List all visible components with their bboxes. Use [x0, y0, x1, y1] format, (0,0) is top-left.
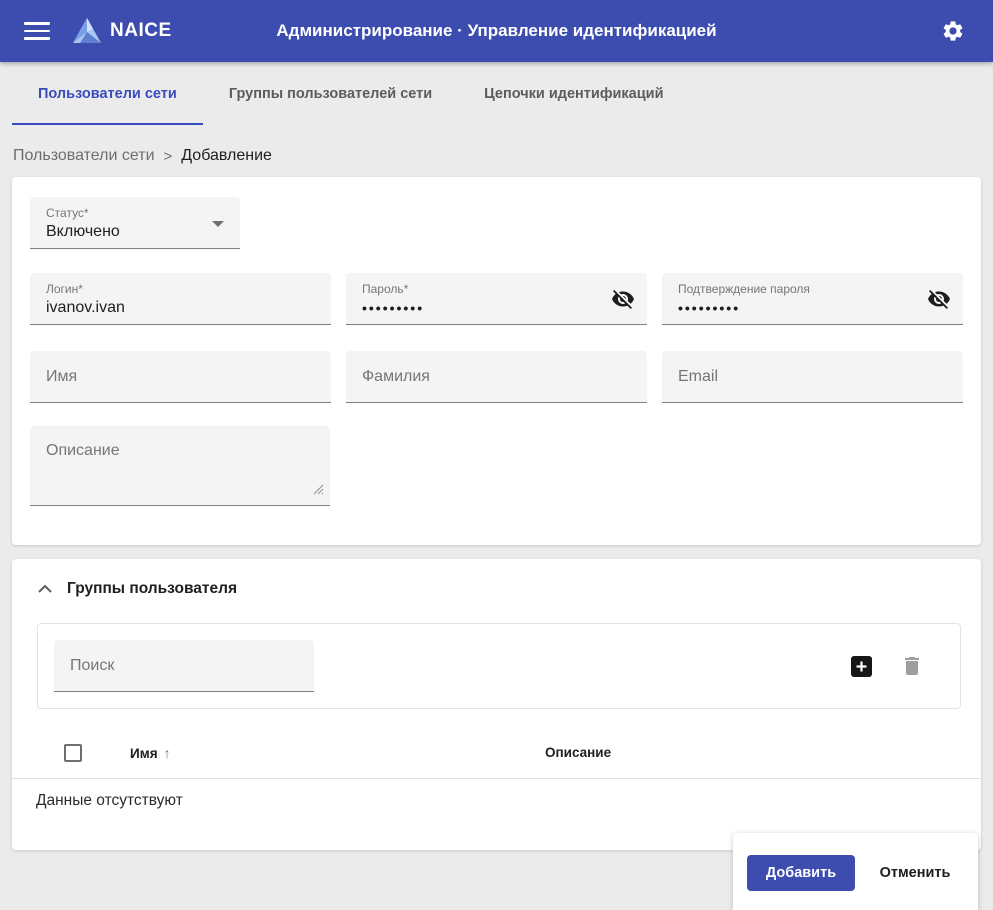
breadcrumb-parent[interactable]: Пользователи сети	[13, 147, 155, 165]
resize-handle-icon[interactable]	[312, 482, 324, 500]
login-label: Логин*	[46, 282, 83, 296]
email-field	[662, 351, 963, 403]
form-actions-card: Добавить Отменить	[733, 833, 978, 910]
description-input[interactable]	[46, 440, 290, 462]
password-input[interactable]	[362, 297, 607, 319]
tab-identification-chains[interactable]: Цепочки идентификаций	[458, 62, 689, 125]
first-name-input[interactable]	[46, 351, 291, 402]
description-field	[30, 426, 330, 506]
password-field: Пароль*	[346, 273, 647, 325]
groups-toolbar	[37, 623, 961, 709]
login-input[interactable]	[46, 297, 291, 319]
password-label: Пароль*	[362, 282, 408, 296]
tab-network-users[interactable]: Пользователи сети	[12, 62, 203, 125]
email-input[interactable]	[678, 351, 923, 402]
collapse-chevron-up-icon[interactable]	[34, 578, 56, 600]
groups-section-title: Группы пользователя	[67, 580, 237, 598]
last-name-input[interactable]	[362, 351, 607, 402]
tab-network-user-groups[interactable]: Группы пользователей сети	[203, 62, 458, 125]
breadcrumb-current: Добавление	[181, 147, 272, 165]
cancel-button[interactable]: Отменить	[867, 855, 963, 891]
app-bar: NAICE Администрирование · Управление иде…	[0, 0, 993, 62]
delete-group-icon[interactable]	[900, 654, 924, 678]
menu-icon[interactable]	[24, 22, 50, 40]
password-confirm-input[interactable]	[678, 297, 923, 319]
status-select[interactable]: Статус*	[30, 197, 240, 249]
password-confirm-label: Подтверждение пароля	[678, 282, 810, 296]
password-confirm-field: Подтверждение пароля	[662, 273, 963, 325]
password-visibility-off-icon[interactable]	[611, 287, 635, 311]
submit-button[interactable]: Добавить	[747, 855, 855, 891]
breadcrumb: Пользователи сети > Добавление	[13, 145, 993, 167]
breadcrumb-separator: >	[164, 148, 173, 165]
add-group-button[interactable]	[851, 656, 872, 677]
page-root: NAICE Администрирование · Управление иде…	[0, 0, 993, 910]
column-header-description: Описание	[545, 745, 611, 760]
logo-triangle-icon	[72, 17, 102, 45]
sort-ascending-icon: ↑	[164, 745, 171, 761]
select-all-checkbox[interactable]	[64, 744, 82, 762]
dropdown-arrow-icon	[212, 221, 224, 227]
status-value[interactable]	[46, 221, 200, 243]
table-empty-state: Данные отсутствуют	[12, 779, 981, 810]
last-name-field	[346, 351, 647, 403]
user-groups-card: Группы пользователя Имя↑ Описани	[12, 559, 981, 850]
group-search-field	[54, 640, 314, 692]
group-search-input[interactable]	[70, 640, 274, 691]
app-name: NAICE	[110, 20, 172, 42]
app-logo: NAICE	[72, 17, 172, 45]
password-confirm-visibility-off-icon[interactable]	[927, 287, 951, 311]
tab-bar: Пользователи сети Группы пользователей с…	[0, 62, 993, 125]
status-label: Статус*	[46, 206, 89, 220]
first-name-field	[30, 351, 331, 403]
user-form-card: Статус* Логин* Пароль* Подтверждение пар…	[12, 177, 981, 545]
column-header-name[interactable]: Имя↑	[130, 745, 171, 761]
groups-table-header: Имя↑ Описание	[12, 729, 981, 779]
settings-gear-icon[interactable]	[941, 19, 965, 43]
login-field: Логин*	[30, 273, 331, 325]
